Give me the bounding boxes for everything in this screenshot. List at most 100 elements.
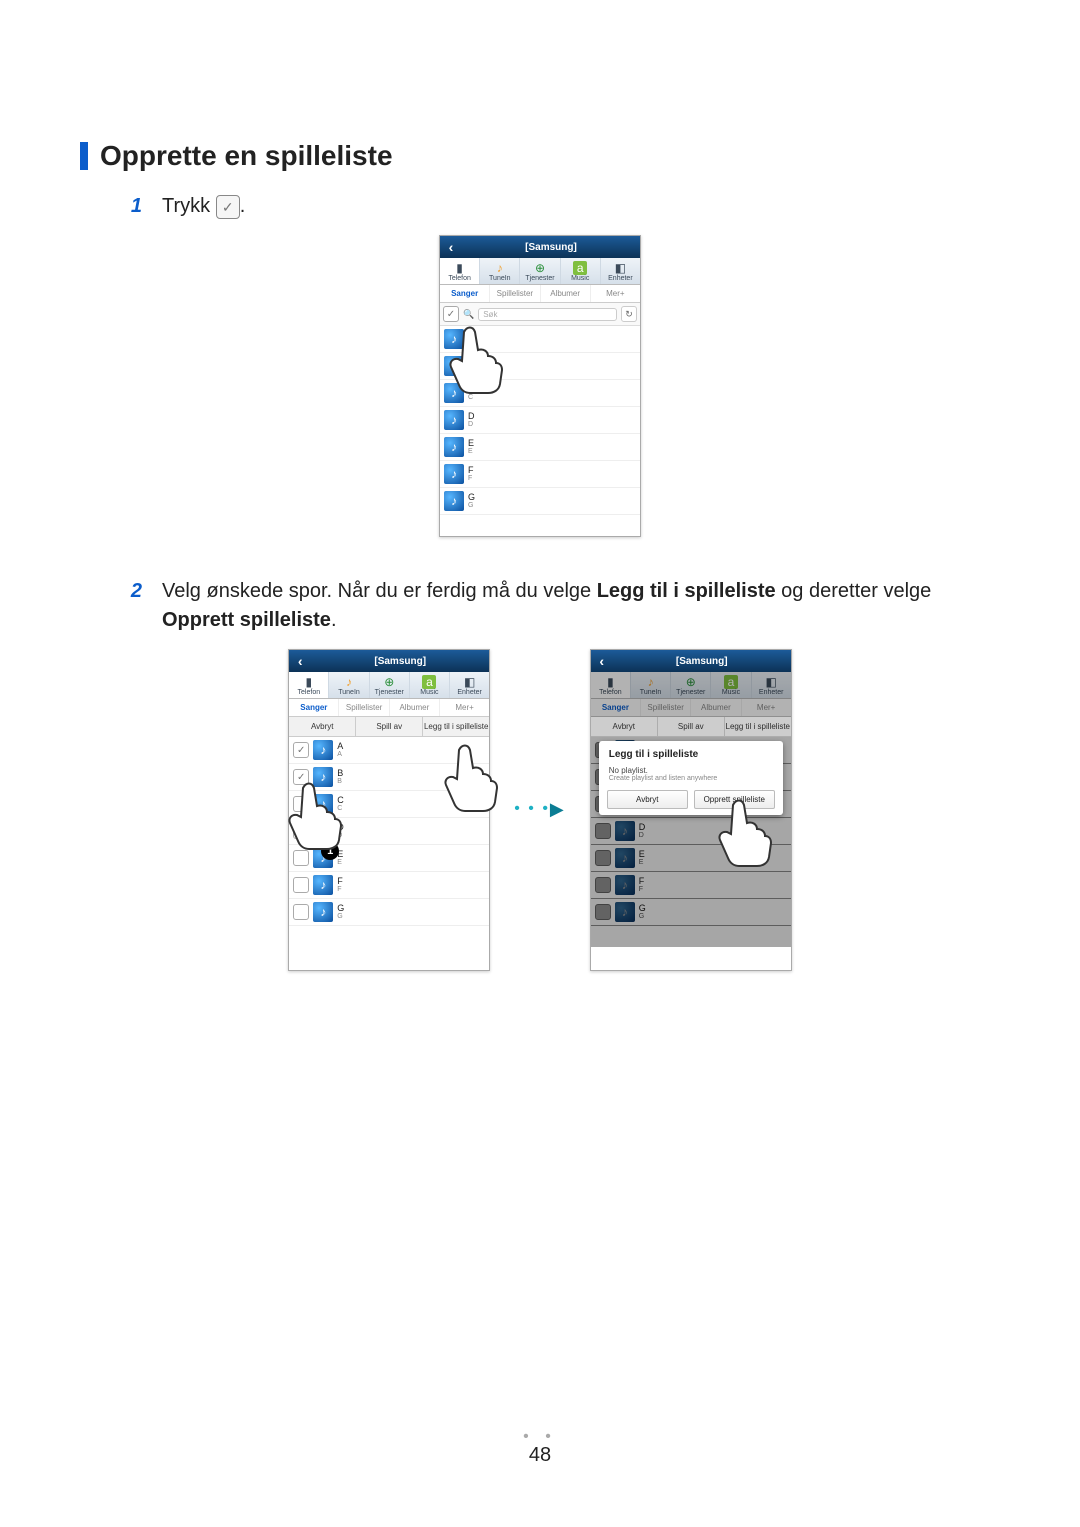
song-row [440, 326, 640, 353]
nav-tunein[interactable]: ♪TuneIn [329, 672, 369, 698]
nav-tjenester: ⊕Tjenester [671, 672, 711, 698]
nav-enheter[interactable]: ◧Enheter [450, 672, 489, 698]
step-2-text: Velg ønskede spor. Når du er ferdig må d… [162, 577, 931, 635]
checkbox-empty[interactable] [293, 823, 309, 839]
song-row: FF [289, 872, 489, 899]
tab-albumer: Albumer [691, 699, 741, 716]
add-to-playlist-button: Legg til i spilleliste [725, 717, 791, 736]
album-art-icon [444, 437, 464, 457]
nav-tunein[interactable]: ♪TuneIn [480, 258, 520, 284]
song-row: GG [289, 899, 489, 926]
nav-music[interactable]: aMusic [410, 672, 450, 698]
album-art-icon [444, 464, 464, 484]
song-row: EE [440, 434, 640, 461]
tab-mer[interactable]: Mer+ [440, 699, 489, 716]
album-art-icon [444, 383, 464, 403]
song-row [440, 353, 640, 380]
step-2-figure: ‹ [Samsung] ▮Telefon ♪TuneIn ⊕Tjenester … [80, 649, 1000, 971]
source-nav-row: ▮Telefon ♪TuneIn ⊕Tjenester aMusic ◧Enhe… [440, 258, 640, 285]
phone-mockup-2: ‹ [Samsung] ▮Telefon ♪TuneIn ⊕Tjenester … [288, 649, 490, 971]
phone-mockup-3: ‹ [Samsung] ▮Telefon ♪TuneIn ⊕Tjenester … [590, 649, 792, 971]
dialog-hint: Create playlist and listen anywhere [599, 775, 783, 790]
cancel-button[interactable]: Avbryt [289, 717, 356, 736]
tab-mer: Mer+ [742, 699, 791, 716]
step-1-number: 1 [120, 192, 142, 221]
tunein-icon: ♪ [480, 261, 519, 275]
nav-enheter[interactable]: ◧Enheter [601, 258, 640, 284]
search-row: ✓ 🔍 Søk ↻ [440, 303, 640, 326]
album-art-icon [444, 491, 464, 511]
phone-device-icon: ▮ [440, 261, 479, 275]
step-2-number: 2 [120, 577, 142, 635]
back-icon[interactable]: ‹ [591, 653, 613, 669]
speaker-icon: ◧ [601, 261, 640, 275]
play-button: Spill av [658, 717, 725, 736]
song-row: CC [289, 791, 489, 818]
album-art-icon [444, 329, 464, 349]
tab-spillelister[interactable]: Spillelister [490, 285, 540, 302]
dialog-cancel-button[interactable]: Avbryt [607, 790, 688, 809]
step-1-text: Trykk ✓. [162, 192, 245, 221]
song-row: CC [440, 380, 640, 407]
dialog-create-playlist-button[interactable]: Opprett spilleliste [694, 790, 775, 809]
tab-sanger[interactable]: Sanger [289, 699, 339, 716]
back-icon[interactable]: ‹ [440, 239, 462, 255]
checkbox-empty[interactable] [293, 796, 309, 812]
nav-tunein: ♪TuneIn [631, 672, 671, 698]
nav-telefon[interactable]: ▮Telefon [289, 672, 329, 698]
back-icon[interactable]: ‹ [289, 653, 311, 669]
tab-albumer[interactable]: Albumer [390, 699, 440, 716]
phone-title: [Samsung] [462, 242, 640, 253]
checkbox-empty[interactable] [293, 904, 309, 920]
globe-icon: ⊕ [520, 261, 559, 275]
search-input[interactable]: Søk [478, 308, 617, 321]
album-art-icon [444, 356, 464, 376]
phone-title: [Samsung] [613, 656, 791, 667]
song-row: FF [440, 461, 640, 488]
nav-tjenester[interactable]: ⊕Tjenester [370, 672, 410, 698]
checkmark-icon: ✓ [216, 195, 240, 219]
phone-mockup-1: ‹ [Samsung] ▮Telefon ♪TuneIn ⊕Tjenester … [439, 235, 641, 537]
song-row: DD [289, 818, 489, 845]
checkbox-checked[interactable]: ✓ [293, 769, 309, 785]
cancel-button: Avbryt [591, 717, 658, 736]
selection-action-row: Avbryt Spill av Legg til i spilleliste [289, 717, 489, 737]
album-art-icon [444, 410, 464, 430]
page-number: 48 [529, 1444, 551, 1466]
step-2: 2 Velg ønskede spor. Når du er ferdig må… [120, 577, 1000, 635]
search-icon: 🔍 [463, 309, 474, 320]
refresh-icon[interactable]: ↻ [621, 306, 637, 322]
amazon-icon: a [573, 261, 587, 275]
nav-music: aMusic [711, 672, 751, 698]
page-footer: • • 48 [0, 1428, 1080, 1467]
nav-tjenester[interactable]: ⊕Tjenester [520, 258, 560, 284]
nav-telefon[interactable]: ▮Telefon [440, 258, 480, 284]
play-button[interactable]: Spill av [356, 717, 423, 736]
song-row: GG [440, 488, 640, 515]
tab-mer[interactable]: Mer+ [591, 285, 640, 302]
tab-albumer[interactable]: Albumer [541, 285, 591, 302]
song-row: EE [289, 845, 489, 872]
add-to-playlist-dialog: Legg til i spilleliste No playlist. Crea… [599, 741, 783, 815]
dialog-subtitle: No playlist. [599, 766, 783, 775]
select-all-checkbox[interactable]: ✓ [443, 306, 459, 322]
step-1-figure: ‹ [Samsung] ▮Telefon ♪TuneIn ⊕Tjenester … [80, 235, 1000, 537]
step-1: 1 Trykk ✓. [120, 192, 1000, 221]
tab-spillelister[interactable]: Spillelister [339, 699, 389, 716]
tab-sanger: Sanger [591, 699, 641, 716]
category-tabs: Sanger Spillelister Albumer Mer+ [440, 285, 640, 303]
section-heading: Opprette en spilleliste [80, 140, 1000, 172]
checkbox-checked[interactable]: ✓ [293, 742, 309, 758]
nav-telefon: ▮Telefon [591, 672, 631, 698]
add-to-playlist-button[interactable]: Legg til i spilleliste [423, 717, 489, 736]
tab-spillelister: Spillelister [641, 699, 691, 716]
song-row: DD [440, 407, 640, 434]
tab-sanger[interactable]: Sanger [440, 285, 490, 302]
heading-accent-bar [80, 142, 88, 170]
checkbox-empty[interactable] [293, 877, 309, 893]
checkbox-empty[interactable] [293, 850, 309, 866]
heading-text: Opprette en spilleliste [100, 140, 393, 172]
nav-music[interactable]: aMusic [561, 258, 601, 284]
song-row: ✓BB [289, 764, 489, 791]
flow-arrow-icon: • • •▶ [514, 649, 566, 969]
